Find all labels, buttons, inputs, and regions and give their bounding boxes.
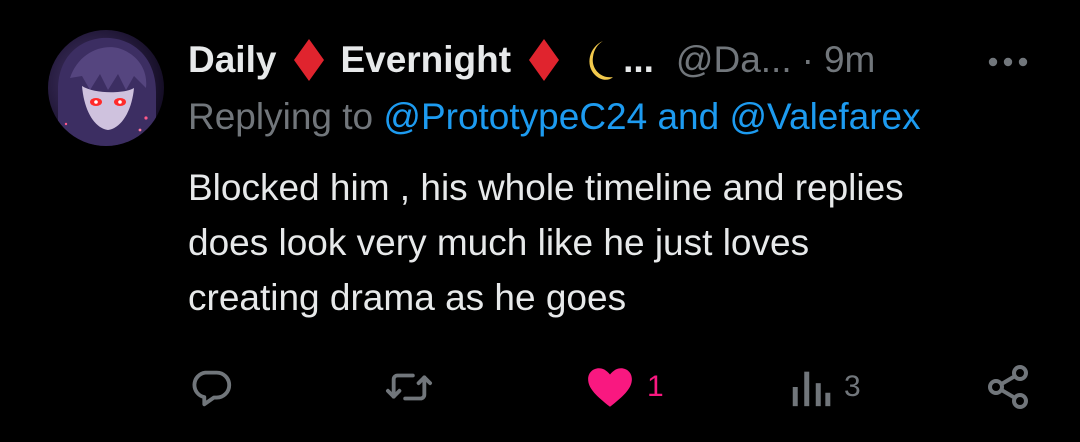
tweet-text: Blocked him , his whole timeline and rep… (188, 160, 1058, 325)
like-count: 1 (647, 370, 664, 403)
mention-joiner: and (657, 96, 720, 137)
like-button[interactable]: 1 (585, 355, 664, 419)
tweet-text-line: does look very much like he just loves (188, 222, 810, 263)
header-separator: · (801, 39, 814, 80)
more-dots-icon (988, 57, 1028, 67)
reply-icon (192, 370, 232, 407)
replying-to-label: Replying to (188, 96, 374, 137)
display-name-ellipsis: ... (623, 39, 654, 80)
avatar-image (58, 37, 156, 146)
display-name[interactable]: Daily Evernight ... (188, 37, 654, 83)
share-button[interactable] (984, 355, 1032, 419)
views-chart-icon (792, 371, 831, 407)
tweet-text-line: Blocked him , his whole timeline and rep… (188, 167, 904, 208)
red-diamond-icon (292, 37, 326, 83)
tweet-timestamp[interactable]: 9m (824, 39, 875, 81)
red-diamond-icon (527, 37, 561, 83)
more-button[interactable] (986, 42, 1030, 82)
crescent-moon-icon (575, 37, 615, 83)
mention-link-2[interactable]: @Valefarex (730, 96, 921, 137)
user-handle[interactable]: @Da... (676, 39, 792, 81)
avatar[interactable] (48, 30, 164, 146)
display-name-first: Daily (188, 39, 277, 80)
mention-link-1[interactable]: @PrototypeC24 (383, 96, 647, 137)
display-name-second: Evernight (340, 39, 512, 80)
reply-button[interactable] (188, 355, 234, 419)
tweet[interactable]: Daily Evernight ... @Da... · 9m Replying… (0, 0, 1080, 442)
views-count: 3 (844, 370, 861, 403)
tweet-text-line: creating drama as he goes (188, 277, 627, 318)
tweet-header: Daily Evernight ... @Da... · 9m (188, 34, 875, 86)
retweet-icon (385, 373, 432, 401)
action-bar: 1 3 (0, 355, 1080, 419)
retweet-button[interactable] (383, 355, 435, 419)
replying-to: Replying to @PrototypeC24 and @Valefarex (188, 96, 921, 138)
heart-icon (588, 368, 632, 407)
views-button[interactable]: 3 (788, 355, 861, 419)
share-icon (988, 365, 1028, 409)
